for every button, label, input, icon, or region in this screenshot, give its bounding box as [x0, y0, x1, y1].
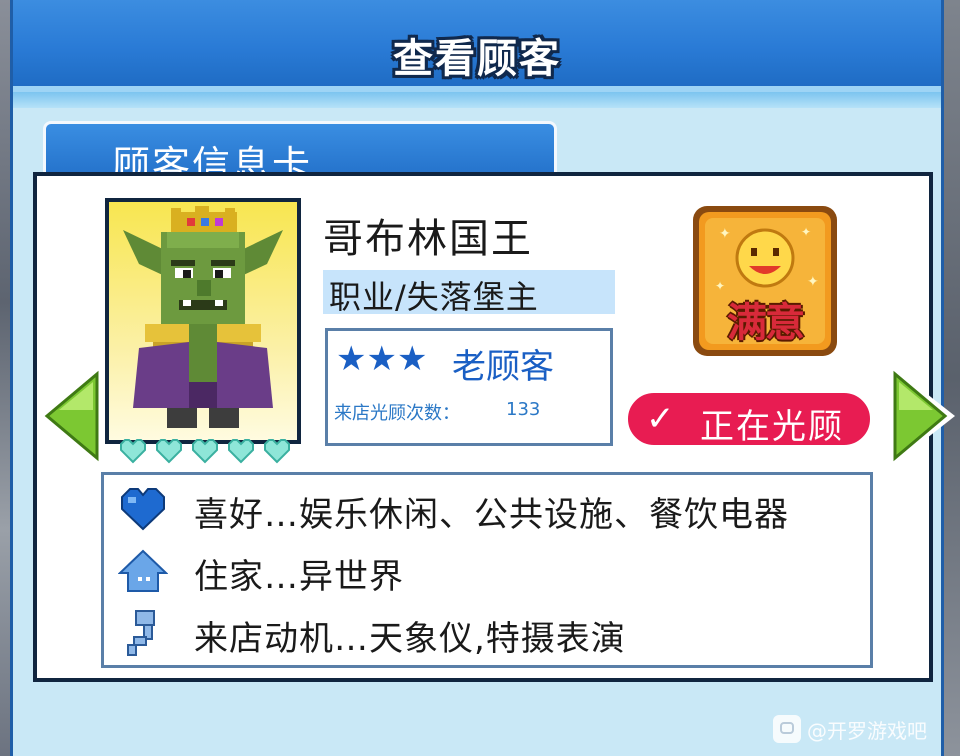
goblin-king-sprite — [123, 206, 283, 428]
status-label: 正在光顾 — [700, 407, 844, 447]
residence-row: 住家…异世界 — [104, 541, 870, 601]
customer-job: 职业/失落堡主 — [329, 278, 539, 316]
check-icon: ✓ — [646, 399, 675, 439]
smiley-face-icon — [735, 228, 795, 288]
rank-label: 老顾客 — [452, 347, 554, 387]
customer-rank-box: ★★★ 老顾客 来店光顾次数： 133 — [325, 328, 613, 446]
customer-info-card: 哥布林国王 职业/失落堡主 ★★★ 老顾客 来店光顾次数： 133 ✦ ✦ ✦ … — [33, 172, 933, 682]
heart-icon — [156, 439, 182, 464]
customer-view-window: 查看顾客 顾客信息卡 哥布林国王 职业/失落堡主 ★★★ 老顾客 来店光顾次数：… — [10, 0, 955, 756]
customer-name: 哥布林国王 — [323, 216, 533, 262]
watermark-logo-icon — [773, 715, 801, 743]
heart-icon — [192, 439, 218, 464]
arrow-left-icon[interactable] — [33, 360, 107, 472]
heart-icon — [264, 439, 290, 464]
motivation-text: 来店动机…天象仪,特摄表演 — [194, 619, 626, 659]
svg-text:✦: ✦ — [719, 226, 731, 242]
affection-hearts — [119, 438, 291, 464]
window-title: 查看顾客 — [393, 36, 561, 82]
title-divider — [13, 92, 941, 108]
watermark-text: @开罗游戏吧 — [807, 718, 927, 743]
visit-count-label: 来店光顾次数： — [334, 403, 460, 424]
preference-row: 喜好…娱乐休闲、公共设施、餐饮电器 — [104, 479, 870, 539]
residence-text: 住家…异世界 — [194, 557, 404, 597]
visit-count-value: 133 — [506, 399, 541, 420]
house-icon — [118, 549, 168, 592]
heart-icon — [228, 439, 254, 464]
satisfaction-label: 满意 — [727, 300, 805, 346]
customer-portrait — [105, 198, 301, 444]
satisfaction-badge: ✦ ✦ ✦ ✦ 满意 — [689, 202, 841, 360]
arrow-right-icon[interactable] — [885, 360, 959, 472]
visiting-status-badge: ✓ 正在光顾 — [625, 390, 873, 448]
rank-stars: ★★★ — [336, 339, 428, 379]
svg-text:✦: ✦ — [807, 274, 819, 290]
watermark: @开罗游戏吧 — [773, 714, 927, 744]
svg-text:✦: ✦ — [801, 225, 811, 239]
heart-icon — [121, 488, 165, 531]
heart-icon — [120, 439, 146, 464]
preference-text: 喜好…娱乐休闲、公共设施、餐饮电器 — [194, 495, 789, 535]
customer-details-box: 喜好…娱乐休闲、公共设施、餐饮电器 住家…异世界 来店动机…天象仪,特摄表演 — [101, 472, 873, 668]
motivation-icon — [127, 610, 155, 656]
motivation-row: 来店动机…天象仪,特摄表演 — [104, 603, 870, 663]
title-bar: 查看顾客 — [13, 0, 941, 92]
